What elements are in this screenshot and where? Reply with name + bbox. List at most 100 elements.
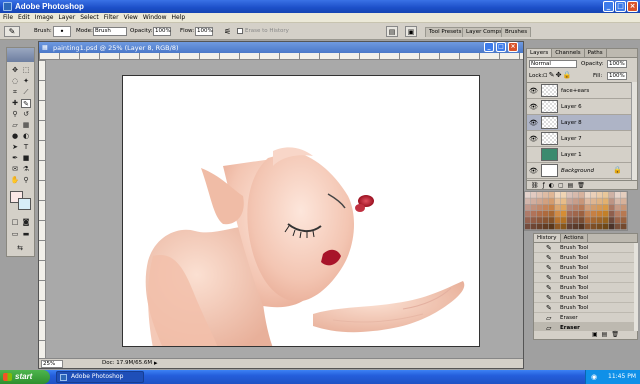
quick-mask-on-icon[interactable]: ◙ — [21, 218, 31, 227]
swatch[interactable] — [573, 204, 579, 211]
swatch[interactable] — [567, 210, 573, 217]
layer-row[interactable]: 👁 Background 🔒 — [527, 163, 631, 179]
swatches-grid[interactable] — [525, 192, 627, 230]
swatch[interactable] — [537, 198, 543, 205]
close-button[interactable]: × — [627, 1, 638, 12]
maximize-button[interactable]: □ — [615, 1, 626, 12]
swatch[interactable] — [597, 198, 603, 205]
lasso-tool-icon[interactable]: ◌ — [10, 77, 20, 86]
swatch[interactable] — [549, 198, 555, 205]
swatch[interactable] — [573, 217, 579, 223]
menu-edit[interactable]: Edit — [16, 13, 32, 23]
history-item[interactable]: ✎ Brush Tool — [534, 283, 634, 293]
swatch[interactable] — [615, 198, 621, 205]
swatch[interactable] — [555, 192, 561, 198]
swatch[interactable] — [525, 204, 531, 211]
swatch[interactable] — [585, 223, 591, 230]
swatch[interactable] — [621, 198, 627, 205]
gradient-tool-icon[interactable]: ▦ — [21, 121, 31, 130]
swatch[interactable] — [615, 192, 621, 198]
swatch[interactable] — [537, 217, 543, 223]
history-item[interactable]: ▱ Eraser — [534, 313, 634, 323]
airbrush-icon[interactable]: ⚟ — [224, 27, 234, 36]
swatch[interactable] — [567, 217, 573, 223]
swatch[interactable] — [603, 198, 609, 205]
visibility-eye-icon[interactable]: 👁 — [529, 119, 538, 127]
dodge-tool-icon[interactable]: ◐ — [21, 132, 31, 141]
menu-image[interactable]: Image — [33, 13, 56, 23]
doc-minimize-button[interactable]: _ — [484, 42, 494, 52]
fill-input[interactable]: 100% — [607, 72, 627, 80]
swatch[interactable] — [609, 223, 615, 230]
clone-stamp-icon[interactable]: ⚲ — [10, 110, 20, 119]
swatch[interactable] — [579, 192, 585, 198]
visibility-eye-icon[interactable]: 👁 — [529, 167, 538, 175]
swatch[interactable] — [525, 217, 531, 223]
swatch[interactable] — [591, 223, 597, 230]
healing-brush-icon[interactable]: ✚ — [10, 99, 20, 108]
swatch[interactable] — [591, 192, 597, 198]
minimize-button[interactable]: _ — [603, 1, 614, 12]
erase-history-checkbox[interactable] — [237, 28, 243, 34]
start-button[interactable]: start — [0, 370, 50, 384]
swatch[interactable] — [525, 223, 531, 230]
swatch[interactable] — [555, 198, 561, 205]
history-item[interactable]: ✎ Brush Tool — [534, 253, 634, 263]
well-tab-layer-comps[interactable]: Layer Comps — [462, 27, 507, 37]
swatch[interactable] — [585, 204, 591, 211]
swatch[interactable] — [543, 217, 549, 223]
tab-paths[interactable]: Paths — [585, 49, 607, 57]
swatch[interactable] — [597, 210, 603, 217]
swatch[interactable] — [531, 217, 537, 223]
blur-tool-icon[interactable]: ● — [10, 132, 20, 141]
visibility-eye-icon[interactable]: 👁 — [529, 135, 538, 143]
tray-icon[interactable]: ◉ — [591, 370, 597, 384]
swatch[interactable] — [615, 204, 621, 211]
type-tool-icon[interactable]: T — [21, 143, 31, 152]
doc-maximize-button[interactable]: □ — [496, 42, 506, 52]
swatch[interactable] — [555, 217, 561, 223]
swatch[interactable] — [525, 198, 531, 205]
swatches-panel[interactable] — [524, 191, 628, 231]
swatch[interactable] — [591, 198, 597, 205]
flow-input[interactable]: 100% — [195, 27, 213, 36]
swatch[interactable] — [561, 204, 567, 211]
swatch[interactable] — [537, 210, 543, 217]
swatch[interactable] — [567, 204, 573, 211]
swatch[interactable] — [597, 217, 603, 223]
swatch[interactable] — [609, 198, 615, 205]
swatch[interactable] — [567, 198, 573, 205]
swatch[interactable] — [561, 198, 567, 205]
swatch[interactable] — [621, 223, 627, 230]
taskbar-photoshop-button[interactable]: Adobe Photoshop — [56, 371, 144, 383]
swatch[interactable] — [621, 204, 627, 211]
swatch[interactable] — [531, 223, 537, 230]
well-tab-brushes[interactable]: Brushes — [501, 27, 532, 37]
swatch[interactable] — [555, 223, 561, 230]
history-brush-icon[interactable]: ↺ — [21, 110, 31, 119]
swatch[interactable] — [597, 223, 603, 230]
history-scrollbar[interactable] — [634, 243, 638, 331]
swatch[interactable] — [561, 210, 567, 217]
swatch[interactable] — [615, 210, 621, 217]
swatch[interactable] — [573, 210, 579, 217]
visibility-eye-icon[interactable] — [529, 151, 537, 159]
lock-icons[interactable]: ▫✎✥🔒 — [543, 71, 572, 79]
swatch[interactable] — [537, 204, 543, 211]
layer-opacity-input[interactable]: 100% — [607, 60, 627, 68]
swatch[interactable] — [585, 210, 591, 217]
swatch[interactable] — [597, 204, 603, 211]
zoom-tool-icon[interactable]: ⚲ — [21, 176, 31, 185]
history-item-current[interactable]: ▱ Eraser — [534, 323, 634, 331]
swatch[interactable] — [609, 204, 615, 211]
swatch[interactable] — [609, 217, 615, 223]
swatch[interactable] — [561, 192, 567, 198]
menu-help[interactable]: Help — [170, 13, 188, 23]
menu-layer[interactable]: Layer — [56, 13, 77, 23]
layer-row[interactable]: 👁 face+ears — [527, 83, 631, 99]
swatch[interactable] — [549, 223, 555, 230]
slice-tool-icon[interactable]: ⟋ — [21, 88, 31, 97]
swatch[interactable] — [555, 204, 561, 211]
background-color-swatch[interactable] — [18, 198, 31, 210]
swatch[interactable] — [561, 223, 567, 230]
